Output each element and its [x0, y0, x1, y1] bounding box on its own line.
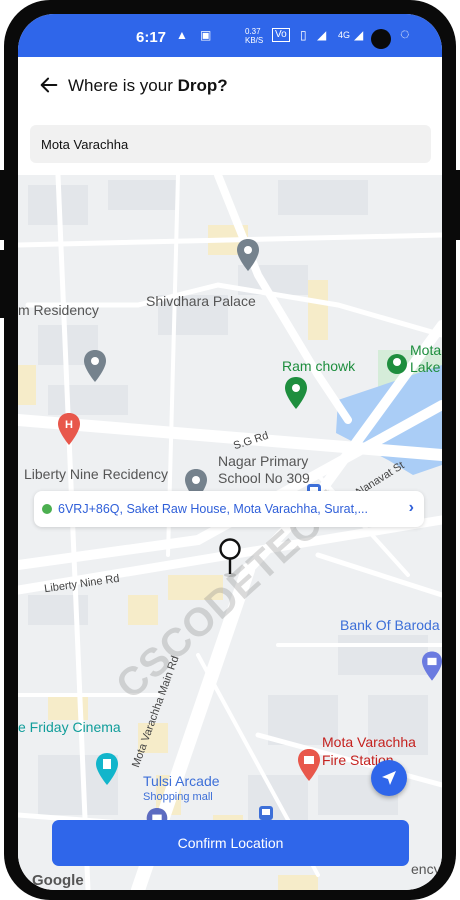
map-label: Bank Of Baroda	[340, 617, 440, 633]
signal-icon: ◢	[354, 28, 364, 42]
net-speed: 0.37 KB/S	[245, 27, 264, 45]
battery-icon: ◌	[400, 26, 410, 43]
map-label: Ram chowk	[282, 358, 356, 374]
drop-location-pin-icon[interactable]	[218, 538, 242, 578]
map-label: m Residency	[18, 302, 99, 318]
status-time: 6:17	[136, 29, 167, 46]
search-value: Mota Varachha	[41, 137, 129, 152]
svg-text:H: H	[65, 419, 73, 431]
map-label: e Friday Cinema	[18, 719, 121, 735]
back-arrow-icon[interactable]	[38, 74, 60, 96]
drive-icon: ▲	[176, 28, 188, 42]
map-label: ency	[411, 861, 441, 877]
map-label: Nagar Primary	[218, 453, 309, 469]
status-bar: 6:17 ▲ ▣ 0.37 KB/S Vo ▯ ◢ 4G ◢ ◌	[18, 14, 442, 57]
google-logo: Google	[32, 872, 84, 889]
vibrate-icon: ▯	[300, 28, 307, 42]
chevron-right-icon[interactable]: ›	[409, 499, 414, 517]
map-label: Shivdhara Palace	[146, 293, 256, 309]
address-text: 6VRJ+86Q, Saket Raw House, Mota Varachha…	[58, 502, 368, 516]
place-pin-icon[interactable]	[84, 350, 106, 382]
bus-stop-icon[interactable]	[258, 805, 274, 821]
map-label: Mota Varachha	[322, 734, 416, 750]
map-label: Shopping mall	[143, 791, 213, 803]
app-screen: 6:17 ▲ ▣ 0.37 KB/S Vo ▯ ◢ 4G ◢ ◌ Where i…	[18, 14, 442, 890]
wifi-icon: ◢	[317, 28, 327, 42]
confirm-location-button[interactable]: Confirm Location	[52, 820, 409, 866]
map-label: Tulsi Arcade	[143, 773, 220, 789]
network-type: 4G	[338, 30, 351, 40]
drop-search-input[interactable]: Mota Varachha	[30, 125, 431, 163]
phone-frame: 6:17 ▲ ▣ 0.37 KB/S Vo ▯ ◢ 4G ◢ ◌ Where i…	[0, 0, 460, 900]
map-label: Liberty Nine Recidency	[24, 466, 168, 482]
ram-chowk-pin-icon[interactable]	[285, 377, 307, 409]
map-label: School No 309	[218, 470, 310, 486]
hospital-pin-icon[interactable]: H	[58, 413, 80, 445]
volte-icon: Vo	[272, 28, 290, 42]
navigation-arrow-icon	[382, 771, 396, 785]
page-title: Where is your Drop?	[68, 76, 228, 96]
map-label: Lake	[410, 359, 441, 375]
selected-address-card[interactable]: 6VRJ+86Q, Saket Raw House, Mota Varachha…	[34, 491, 424, 527]
fire-station-pin-icon[interactable]	[298, 749, 320, 781]
cinema-pin-icon[interactable]	[96, 753, 118, 785]
title-bold: Drop?	[177, 76, 228, 95]
location-dot-icon	[42, 504, 52, 514]
title-prefix: Where is your	[68, 76, 173, 95]
camera-cutout	[371, 29, 391, 49]
image-icon: ▣	[200, 28, 212, 42]
park-icon[interactable]	[386, 353, 408, 375]
my-location-button[interactable]	[371, 760, 407, 796]
bank-pin-icon[interactable]	[422, 651, 442, 681]
place-pin-icon[interactable]	[237, 239, 259, 271]
map-label: Mota	[410, 342, 442, 358]
